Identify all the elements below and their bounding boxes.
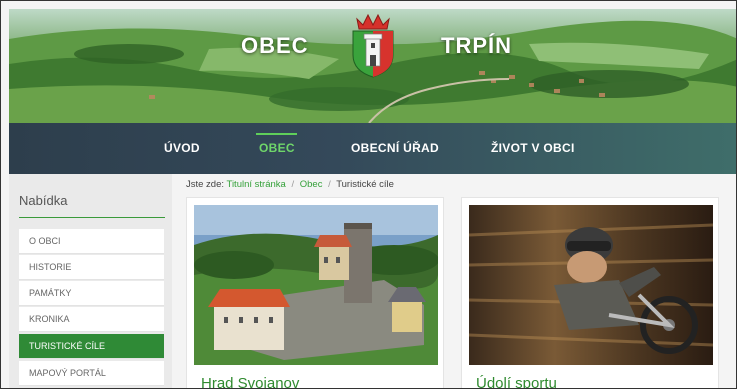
page: OBEC TRPÍN ÚVOD OBEC OBECNÍ ÚŘAD ŽIVOT V…	[0, 0, 737, 389]
sidebar-item-turisticke-cile[interactable]: TURISTICKÉ CÍLE	[19, 334, 164, 359]
sidebar-item-o-obci[interactable]: O OBCI	[19, 229, 164, 254]
castle-photo[interactable]	[194, 205, 438, 365]
breadcrumb-link-home[interactable]: Titulní stránka	[227, 179, 286, 190]
breadcrumb-link-obec[interactable]: Obec	[300, 179, 323, 190]
sidebar-title: Nabídka	[19, 193, 68, 208]
card-title[interactable]: Údolí sportu	[476, 375, 557, 388]
main-navigation: ÚVOD OBEC OBECNÍ ÚŘAD ŽIVOT V OBCI	[9, 123, 736, 174]
card-hrad-svojanov[interactable]: Hrad Svojanov	[186, 197, 444, 388]
sidebar-item-mapovy-portal[interactable]: MAPOVÝ PORTÁL	[19, 361, 164, 386]
coat-of-arms-icon[interactable]	[347, 11, 399, 79]
site-header: OBEC TRPÍN	[9, 9, 736, 123]
nav-item-obec[interactable]: OBEC	[259, 141, 295, 155]
nav-item-zivot-v-obci[interactable]: ŽIVOT V OBCI	[491, 141, 575, 155]
site-title-trpin: TRPÍN	[441, 33, 512, 58]
breadcrumb-current: Turistické cíle	[336, 179, 394, 190]
breadcrumb-separator: /	[291, 179, 295, 190]
nav-item-obecni-urad[interactable]: OBECNÍ ÚŘAD	[351, 141, 439, 155]
sidebar-divider	[19, 217, 165, 218]
nav-item-uvod[interactable]: ÚVOD	[164, 141, 200, 155]
active-indicator	[256, 133, 297, 135]
sidebar-item-pamatky[interactable]: PAMÁTKY	[19, 281, 164, 306]
site-title-obec: OBEC	[241, 33, 309, 58]
sidebar: Nabídka O OBCI HISTORIE PAMÁTKY KRONIKA …	[9, 174, 172, 388]
card-title[interactable]: Hrad Svojanov	[201, 375, 299, 388]
mountain-biker-photo[interactable]	[469, 205, 713, 365]
sidebar-item-kronika[interactable]: KRONIKA	[19, 307, 164, 332]
sidebar-item-historie[interactable]: HISTORIE	[19, 255, 164, 280]
breadcrumb: Jste zde: Titulní stránka / Obec / Turis…	[186, 179, 394, 190]
breadcrumb-prefix: Jste zde:	[186, 179, 225, 190]
card-udoli-sportu[interactable]: Údolí sportu	[461, 197, 719, 388]
breadcrumb-separator: /	[328, 179, 331, 190]
